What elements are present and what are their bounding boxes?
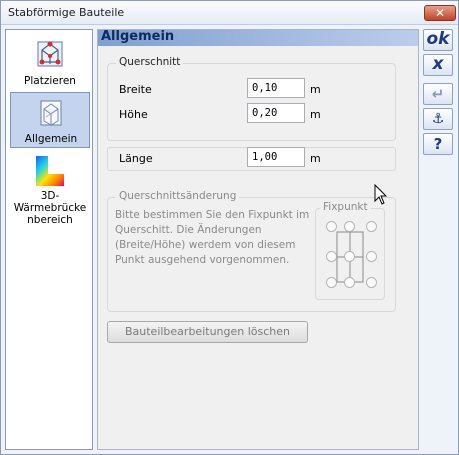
enter-button[interactable]: ↵ <box>423 83 453 105</box>
mouse-cursor-icon <box>374 184 388 205</box>
delete-edits-button[interactable]: Bauteilbearbeitungen löschen <box>107 321 308 343</box>
title-bar: Stabförmige Bauteile ✕ <box>1 1 458 25</box>
dialog-window: Stabförmige Bauteile ✕ Platzieren Allgem… <box>0 0 459 455</box>
fixpunkt-bottom-center[interactable] <box>344 277 355 288</box>
breite-input[interactable]: 0,10 <box>247 78 305 98</box>
fixpunkt-top-left[interactable] <box>326 221 337 232</box>
sidebar: Platzieren Allgemein 3D- Wärmebrücke nbe… <box>5 29 93 450</box>
breite-label: Breite <box>119 83 152 96</box>
laenge-unit: m <box>310 152 321 165</box>
window-title: Stabförmige Bauteile <box>8 6 125 19</box>
right-toolbar: ok x ↵ ⚓ ? <box>423 29 454 450</box>
close-button[interactable]: ✕ <box>424 5 456 21</box>
fixpunkt-description: Bitte bestimmen Sie den Fixpunkt im Quer… <box>115 209 310 266</box>
fixpunkt-middle-right[interactable] <box>366 251 377 262</box>
laenge-label: Länge <box>119 152 153 165</box>
sidebar-item-label: Allgemein <box>24 133 78 145</box>
fixpunkt-top-center[interactable] <box>344 221 355 232</box>
hoehe-label: Höhe <box>119 108 148 121</box>
panel-header: Allgemein <box>98 29 418 46</box>
place-icon <box>37 41 63 67</box>
anchor-button[interactable]: ⚓ <box>423 108 453 130</box>
help-button[interactable]: ? <box>423 133 453 155</box>
fixpunkt-top-right[interactable] <box>366 221 377 232</box>
hoehe-unit: m <box>310 108 321 121</box>
cube-icon <box>40 100 62 126</box>
fixpunkt-bottom-right[interactable] <box>366 277 377 288</box>
fixpunkt-center[interactable] <box>344 251 355 262</box>
sidebar-item-label: Platzieren <box>24 75 76 87</box>
sidebar-item-label: 3D- <box>40 190 60 202</box>
panel-title: Allgemein <box>101 29 175 44</box>
group-title: Querschnitt <box>116 56 184 68</box>
sidebar-item-waermebruecke[interactable]: 3D- Wärmebrücke nbereich <box>10 150 90 230</box>
sidebar-item-label: Wärmebrücke <box>13 202 87 214</box>
breite-unit: m <box>310 83 321 96</box>
ok-button[interactable]: ok <box>423 29 453 51</box>
sidebar-item-allgemein[interactable]: Allgemein <box>10 92 90 148</box>
hoehe-input[interactable]: 0,20 <box>247 103 305 123</box>
heat-bridge-icon <box>36 156 64 186</box>
querschnitt-group: Querschnitt <box>107 56 396 141</box>
sidebar-item-platzieren[interactable]: Platzieren <box>10 34 90 90</box>
fixpunkt-middle-left[interactable] <box>326 251 337 262</box>
fixpunkt-bottom-left[interactable] <box>326 277 337 288</box>
group-title: Querschnittsänderung <box>116 190 240 202</box>
cancel-button[interactable]: x <box>423 54 453 76</box>
sidebar-item-label: nbereich <box>27 214 73 226</box>
laenge-input[interactable]: 1,00 <box>247 147 305 167</box>
